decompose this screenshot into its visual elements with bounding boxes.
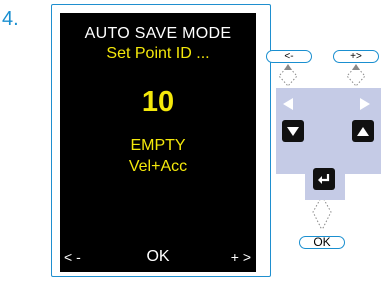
left-minus-button[interactable]: <- <box>266 50 312 63</box>
connector-left <box>278 65 298 87</box>
status-text: EMPTY <box>130 137 186 154</box>
triangle-up-icon <box>357 127 369 136</box>
up-key[interactable] <box>352 120 374 142</box>
step-number: 4. <box>2 8 19 30</box>
screen-subtitle: Set Point ID ... <box>106 45 210 62</box>
device-frame: AUTO SAVE MODE Set Point ID ... 10 EMPTY… <box>51 4 271 277</box>
right-arrow-icon <box>360 98 370 110</box>
softkey-right[interactable]: + > <box>231 249 251 265</box>
triangle-down-icon <box>287 127 299 136</box>
mode-text: Vel+Acc <box>128 158 188 175</box>
connector-ok <box>312 195 332 231</box>
arrow-up-right <box>352 64 360 70</box>
down-key[interactable] <box>282 120 304 142</box>
softkey-ok[interactable]: OK <box>60 248 256 266</box>
connector-right <box>346 65 366 87</box>
screen-title: AUTO SAVE MODE <box>84 25 232 42</box>
device-screen: AUTO SAVE MODE Set Point ID ... 10 EMPTY… <box>60 13 256 272</box>
ok-button[interactable]: OK <box>299 236 345 249</box>
right-plus-button[interactable]: +> <box>333 50 379 63</box>
set-point-id-value: 10 <box>141 86 175 118</box>
left-arrow-icon <box>283 98 293 110</box>
enter-icon <box>318 174 330 184</box>
arrow-up-left <box>284 64 292 70</box>
enter-key[interactable] <box>313 168 335 190</box>
